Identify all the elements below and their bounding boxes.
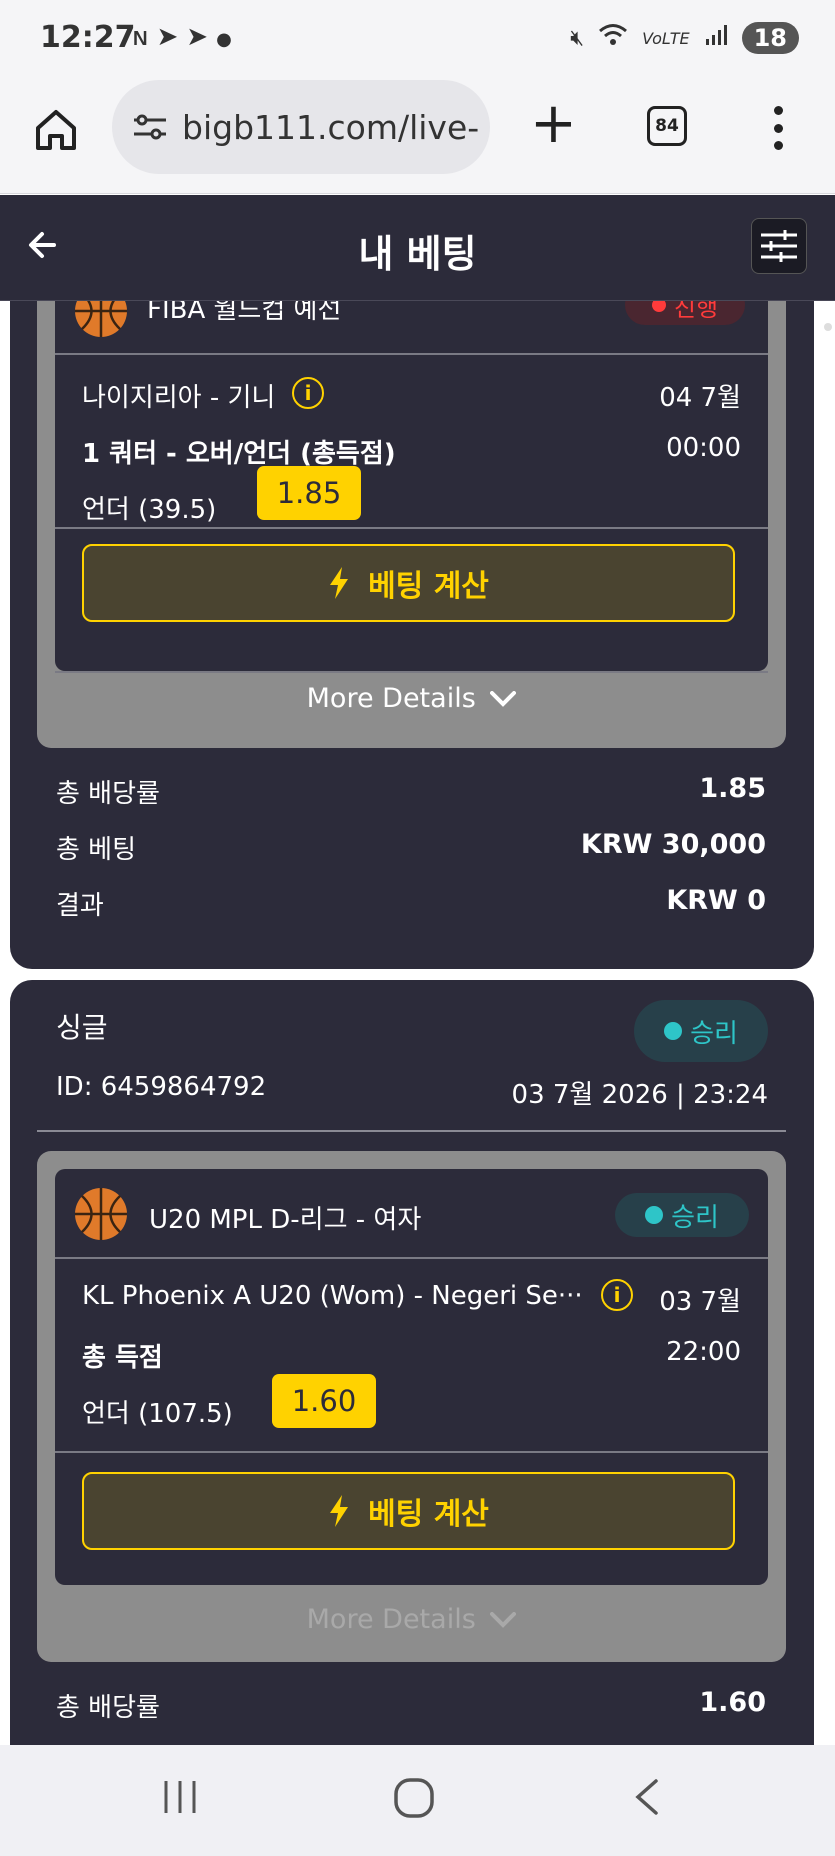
market-name: 총 득점	[82, 1343, 163, 1373]
recent-apps-button[interactable]	[160, 1777, 200, 1821]
back-chevron-icon	[635, 1779, 658, 1815]
summary-row-total-odds: 총 배당률 1.60	[56, 1687, 766, 1724]
home-nav-button[interactable]	[393, 1777, 435, 1823]
page-title: 내 베팅	[358, 232, 477, 276]
home-icon	[36, 110, 76, 150]
browser-toolbar: bigb111.com/live- + 84	[0, 76, 835, 194]
divider	[55, 1257, 768, 1259]
basketball-icon	[73, 301, 129, 343]
basketball-icon	[73, 1186, 129, 1246]
selection-name: 언더 (39.5)	[82, 495, 217, 525]
match-time: 00:00	[666, 433, 741, 463]
home-button[interactable]	[30, 104, 82, 156]
selection-status-badge: 승리	[615, 1193, 749, 1237]
divider	[37, 1130, 786, 1132]
league-name: FIBA 월드컵 예선	[147, 301, 342, 325]
filter-button[interactable]	[751, 218, 807, 274]
chevron-down-icon	[490, 691, 517, 707]
divider	[55, 671, 768, 673]
summary-value: KRW 30,000	[580, 829, 766, 860]
match-date: 03 7월	[659, 1287, 741, 1317]
system-icons: 🔇︎ VoLTE 18	[570, 22, 799, 54]
odds-badge: 1.60	[272, 1374, 376, 1428]
info-icon[interactable]: i	[292, 377, 324, 409]
info-icon[interactable]: i	[601, 1279, 633, 1311]
bet-calculator-button[interactable]: 베팅 계산	[82, 1472, 735, 1550]
bet-status-badge: 승리	[634, 1000, 768, 1062]
summary-label: 총 배당률	[56, 1693, 160, 1723]
status-time: 12:27	[40, 20, 136, 55]
battery-indicator: 18	[741, 22, 799, 54]
bet-card: FIBA 월드컵 예선 진행 나이지리아 - 기니 i 04 7월 1 쿼터 -…	[10, 301, 814, 969]
chevron-down-icon	[490, 1612, 517, 1628]
bet-type: 싱글	[56, 1011, 108, 1044]
sliders-icon	[761, 230, 797, 262]
bets-list: FIBA 월드컵 예선 진행 나이지리아 - 기니 i 04 7월 1 쿼터 -…	[0, 301, 835, 1745]
lightning-icon	[330, 567, 349, 599]
summary-row-result: 결과 KRW 0	[56, 885, 766, 922]
status-badge: 진행	[625, 301, 745, 325]
back-nav-button[interactable]	[632, 1777, 662, 1821]
dot-icon: ●	[216, 29, 240, 50]
divider	[55, 527, 768, 529]
bet-id: ID: 6459864792	[56, 1072, 267, 1102]
bet-calculator-label: 베팅 계산	[368, 569, 489, 604]
summary-row-total-stake: 총 베팅 KRW 30,000	[56, 829, 766, 866]
overflow-menu-button[interactable]	[770, 106, 786, 150]
selection-name: 언더 (107.5)	[82, 1399, 233, 1429]
bet-card: 싱글 승리 ID: 6459864792 03 7월 2026 | 23:24 …	[10, 980, 814, 1745]
summary-value: 1.85	[699, 773, 766, 804]
more-details-toggle[interactable]: More Details	[37, 683, 786, 714]
league-name: U20 MPL D-리그 - 여자	[149, 1205, 422, 1235]
summary-row-total-odds: 총 배당률 1.85	[56, 773, 766, 810]
wifi-icon	[598, 22, 628, 54]
market-name: 1 쿼터 - 오버/언더 (총득점)	[82, 439, 396, 469]
bet-selection-wrap: U20 MPL D-리그 - 여자 승리 KL Phoenix A U20 (W…	[37, 1151, 786, 1662]
summary-label: 총 배당률	[56, 779, 160, 809]
recent-apps-icon	[164, 1781, 196, 1813]
signal-icon	[704, 23, 728, 53]
bet-calculator-button[interactable]: 베팅 계산	[82, 544, 735, 622]
lightning-icon	[330, 1495, 349, 1527]
url-text: bigb111.com/live-	[182, 107, 480, 147]
mute-icon: 🔇︎	[570, 25, 585, 51]
match-date: 04 7월	[659, 383, 741, 413]
telegram-icon: ➤	[186, 22, 217, 52]
bet-datetime: 03 7월 2026 | 23:24	[511, 1080, 768, 1110]
address-bar[interactable]: bigb111.com/live-	[112, 80, 490, 174]
summary-value: KRW 0	[666, 885, 766, 916]
match-name: 나이지리아 - 기니	[82, 383, 276, 413]
notification-icons: ɴ➤➤●	[132, 22, 240, 52]
home-circle-icon	[394, 1778, 434, 1818]
n-icon: ɴ	[132, 22, 157, 52]
scrollbar-indicator[interactable]	[824, 323, 832, 331]
match-time: 22:00	[666, 1337, 741, 1367]
odds-badge: 1.85	[257, 466, 361, 520]
divider	[55, 1451, 768, 1453]
system-navigation-bar	[0, 1745, 835, 1856]
event-box: FIBA 월드컵 예선 진행 나이지리아 - 기니 i 04 7월 1 쿼터 -…	[55, 301, 768, 671]
divider	[55, 353, 768, 355]
site-settings-icon[interactable]	[132, 112, 168, 142]
more-details-toggle[interactable]: More Details	[37, 1604, 786, 1635]
summary-label: 총 베팅	[56, 835, 137, 865]
bet-selection-wrap: FIBA 월드컵 예선 진행 나이지리아 - 기니 i 04 7월 1 쿼터 -…	[37, 301, 786, 748]
app-header: 내 베팅	[0, 195, 835, 301]
telegram-icon: ➤	[156, 22, 187, 52]
match-name: KL Phoenix A U20 (Wom) - Negeri Se···	[82, 1281, 582, 1311]
summary-value: 1.60	[699, 1687, 766, 1718]
new-tab-button[interactable]: +	[530, 96, 577, 152]
tab-switcher-button[interactable]: 84	[647, 106, 687, 146]
status-bar: 12:27 ɴ➤➤● 🔇︎ VoLTE 18	[0, 0, 835, 76]
volte-icon: VoLTE	[642, 28, 690, 48]
summary-label: 결과	[56, 891, 104, 921]
bet-calculator-label: 베팅 계산	[368, 1497, 489, 1532]
event-box: U20 MPL D-리그 - 여자 승리 KL Phoenix A U20 (W…	[55, 1169, 768, 1585]
